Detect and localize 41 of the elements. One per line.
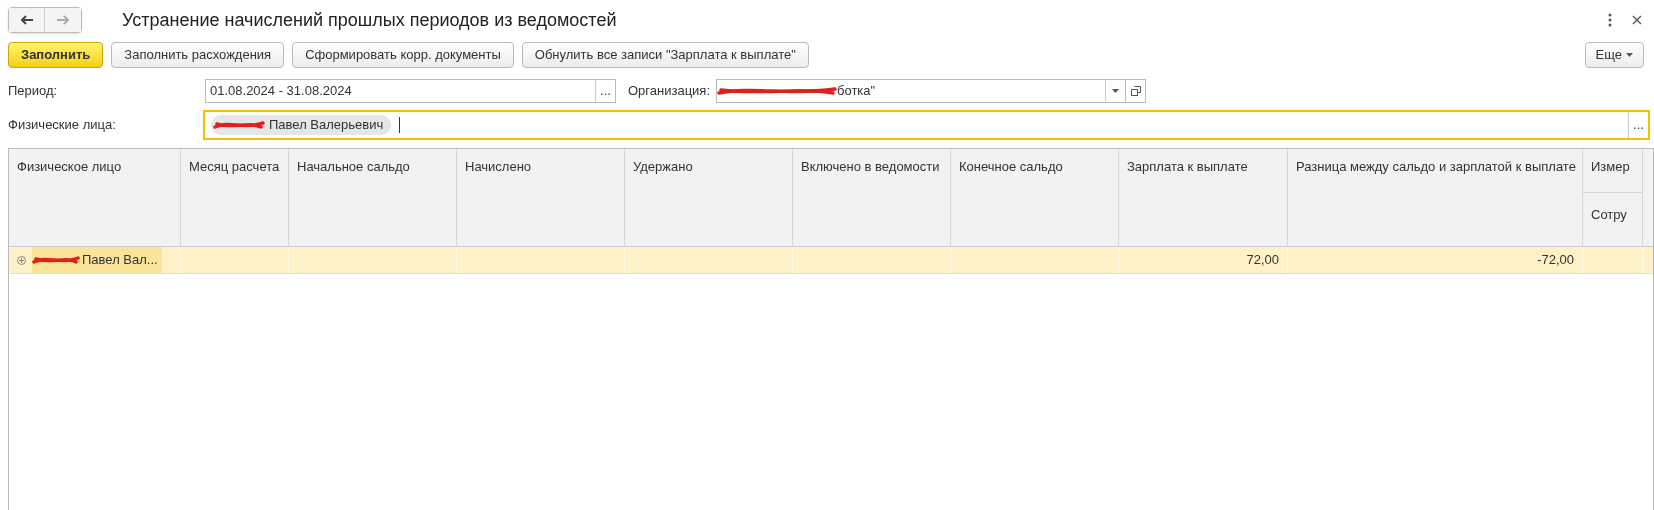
column-header[interactable]: Измер bbox=[1583, 149, 1642, 193]
fill-button[interactable]: Заполнить bbox=[8, 42, 104, 68]
close-icon[interactable] bbox=[1632, 15, 1642, 25]
choose-button[interactable]: ... bbox=[1628, 112, 1648, 138]
arrow-left-icon bbox=[19, 15, 34, 25]
expand-icon[interactable] bbox=[17, 255, 26, 265]
more-options-icon[interactable] bbox=[1608, 13, 1612, 27]
open-window-icon[interactable] bbox=[1130, 86, 1141, 96]
column-header[interactable]: Включено в ведомости bbox=[793, 149, 950, 177]
more-button[interactable]: Еще bbox=[1584, 42, 1644, 68]
caret-icon bbox=[1626, 53, 1633, 57]
window-title: Устранение начислений прошлых периодов из ведомостей bbox=[122, 8, 617, 32]
column-header[interactable]: Начальное сальдо bbox=[289, 149, 456, 177]
field-label: Организация: bbox=[628, 82, 712, 101]
arrow-right-icon bbox=[56, 15, 70, 25]
table-cell-text: 72,00 bbox=[1246, 251, 1279, 270]
persons-field[interactable]: Павел Валерьевич ... bbox=[203, 110, 1650, 140]
table-cell-text: Павел Вал... bbox=[82, 251, 158, 270]
choose-button[interactable]: ... bbox=[595, 80, 615, 102]
column-header[interactable]: Конечное сальдо bbox=[951, 149, 1118, 177]
toolbar-button[interactable]: Обнулить все записи "Зарплата к выплате" bbox=[521, 42, 809, 68]
field-label: Период: bbox=[8, 82, 59, 101]
column-header[interactable]: Месяц расчета bbox=[181, 149, 288, 177]
column-header[interactable]: Начислено bbox=[457, 149, 624, 177]
column-header[interactable]: Сотру bbox=[1583, 193, 1642, 225]
table-row[interactable]: Павел Вал... 72,00 -72,00 bbox=[9, 247, 1653, 274]
toolbar-button[interactable]: Заполнить расхождения bbox=[111, 42, 285, 68]
toolbar-button[interactable]: Сформировать корр. документы bbox=[292, 42, 514, 68]
person-tag[interactable]: Павел Валерьевич bbox=[211, 115, 392, 135]
table-cell-text: -72,00 bbox=[1537, 251, 1574, 270]
redaction-mark bbox=[32, 253, 80, 267]
column-header[interactable]: Физическое лицо bbox=[9, 149, 180, 177]
back-button[interactable] bbox=[9, 8, 45, 32]
column-header[interactable]: Зарплата к выплате bbox=[1119, 149, 1287, 177]
organization-field[interactable]: ботка" bbox=[716, 79, 1126, 103]
redaction-mark bbox=[213, 118, 265, 132]
field-label: Физические лица: bbox=[8, 116, 117, 135]
period-field[interactable]: 01.08.2024 - 31.08.2024 ... bbox=[205, 79, 616, 103]
column-header[interactable]: Разница между сальдо и зарплатой к выплате bbox=[1288, 149, 1582, 177]
caret-icon bbox=[1112, 89, 1119, 93]
column-header[interactable]: Удержано bbox=[625, 149, 792, 177]
